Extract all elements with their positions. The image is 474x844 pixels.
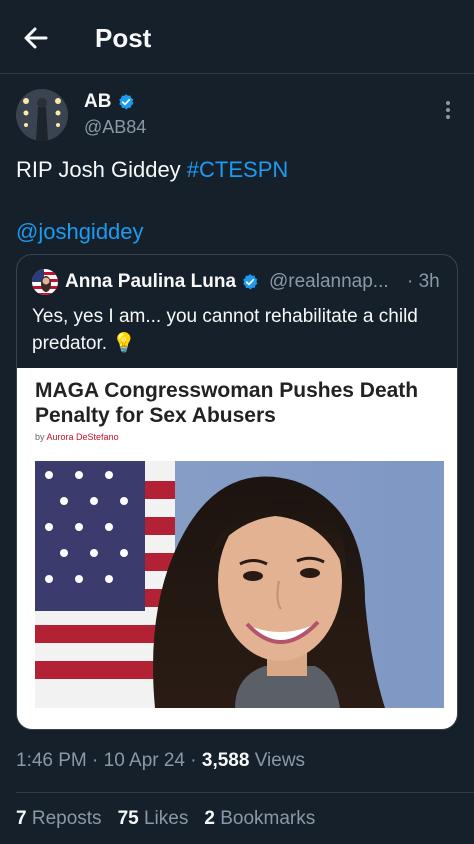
more-options-icon[interactable]	[440, 100, 456, 120]
quoted-post-card[interactable]: Anna Paulina Luna @realannap... · 3h Yes…	[16, 254, 458, 730]
quoted-author-name-text: Anna Paulina Luna	[65, 271, 237, 292]
views-label: Views	[254, 750, 306, 771]
post-metadata: 1:46 PM · 10 Apr 24 · 3,588 Views	[16, 750, 306, 771]
quoted-time-text: 3h	[418, 271, 440, 292]
article-photo	[35, 461, 444, 708]
lightbulb-emoji: 💡	[112, 333, 136, 354]
reposts-count: 7	[16, 808, 27, 829]
engagement-stats: 7 Reposts 75 Likes 2 Bookmarks	[16, 806, 315, 832]
views-count: 3,588	[201, 750, 250, 771]
quoted-timestamp: · 3h	[407, 271, 440, 292]
hashtag-link[interactable]: #CTESPN	[187, 157, 288, 182]
likes-label: Likes	[143, 808, 189, 829]
author-handle[interactable]: @AB84	[84, 116, 146, 138]
back-arrow-icon[interactable]	[20, 22, 52, 54]
author-avatar[interactable]	[16, 89, 68, 141]
divider	[16, 792, 474, 793]
post-text: RIP Josh Giddey #CTESPN	[16, 156, 288, 184]
author-name-text: AB	[84, 91, 112, 112]
byline-prefix: by	[35, 432, 45, 442]
bookmarks-count: 2	[204, 808, 215, 829]
quoted-author-name: Anna Paulina Luna	[65, 269, 259, 295]
post-date: 10 Apr 24	[103, 750, 185, 771]
likes-count: 75	[117, 808, 139, 829]
article-headline: MAGA Congresswoman Pushes Death Penalty …	[35, 379, 419, 427]
top-bar: Post	[0, 0, 474, 74]
author-name[interactable]: AB	[84, 90, 135, 114]
bookmarks-stat[interactable]: 2 Bookmarks	[204, 806, 315, 832]
post-text-body: RIP Josh Giddey	[16, 157, 187, 182]
post-time: 1:46 PM	[16, 750, 87, 771]
article-byline: by Aurora DeStefano	[35, 432, 119, 442]
verified-badge-icon	[243, 274, 258, 290]
mention-link[interactable]: @joshgiddey	[16, 218, 144, 246]
byline-author: Aurora DeStefano	[46, 432, 119, 442]
bookmarks-label: Bookmarks	[220, 808, 316, 829]
reposts-label: Reposts	[31, 808, 102, 829]
quoted-author-avatar	[32, 269, 58, 295]
quoted-author-handle: @realannap...	[269, 271, 389, 292]
quoted-post-text: Yes, yes I am... you cannot rehabilitate…	[32, 303, 452, 357]
quoted-post-body: Yes, yes I am... you cannot rehabilitate…	[32, 306, 418, 354]
article-preview-image[interactable]: MAGA Congresswoman Pushes Death Penalty …	[17, 368, 457, 729]
likes-stat[interactable]: 75 Likes	[118, 806, 189, 832]
verified-badge-icon	[119, 94, 134, 110]
page-title: Post	[95, 23, 152, 53]
reposts-stat[interactable]: 7 Reposts	[16, 806, 102, 832]
